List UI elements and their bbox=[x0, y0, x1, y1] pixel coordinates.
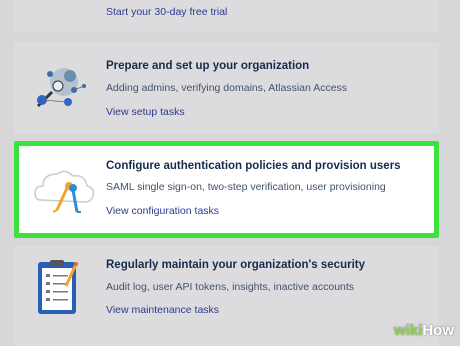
trial-card: Start your 30-day free trial bbox=[14, 0, 439, 32]
start-trial-link[interactable]: Start your 30-day free trial bbox=[106, 6, 227, 18]
configuration-task-title: Configure authentication policies and pr… bbox=[106, 160, 401, 172]
view-setup-tasks-link[interactable]: View setup tasks bbox=[106, 106, 185, 118]
maintenance-task-description: Audit log, user API tokens, insights, in… bbox=[106, 281, 355, 293]
watermark-suffix: How bbox=[422, 322, 454, 339]
configuration-task-card: Configure authentication policies and pr… bbox=[14, 141, 439, 238]
clipboard-checklist-icon bbox=[32, 258, 88, 327]
watermark-prefix: wiki bbox=[393, 322, 423, 339]
setup-task-description: Adding admins, verifying domains, Atlass… bbox=[106, 82, 348, 94]
maintenance-task-title: Regularly maintain your organization's s… bbox=[106, 259, 365, 271]
view-configuration-tasks-link[interactable]: View configuration tasks bbox=[106, 205, 219, 217]
setup-task-card: Prepare and set up your organization Add… bbox=[14, 42, 439, 134]
maintenance-task-card: Regularly maintain your organization's s… bbox=[14, 246, 439, 346]
wikihow-watermark: wikiHow bbox=[394, 322, 454, 339]
network-magnifier-icon bbox=[30, 60, 90, 125]
cloud-keys-icon bbox=[31, 160, 97, 225]
setup-task-title: Prepare and set up your organization bbox=[106, 60, 310, 72]
configuration-task-description: SAML single sign-on, two-step verificati… bbox=[106, 181, 386, 193]
view-maintenance-tasks-link[interactable]: View maintenance tasks bbox=[106, 304, 219, 316]
